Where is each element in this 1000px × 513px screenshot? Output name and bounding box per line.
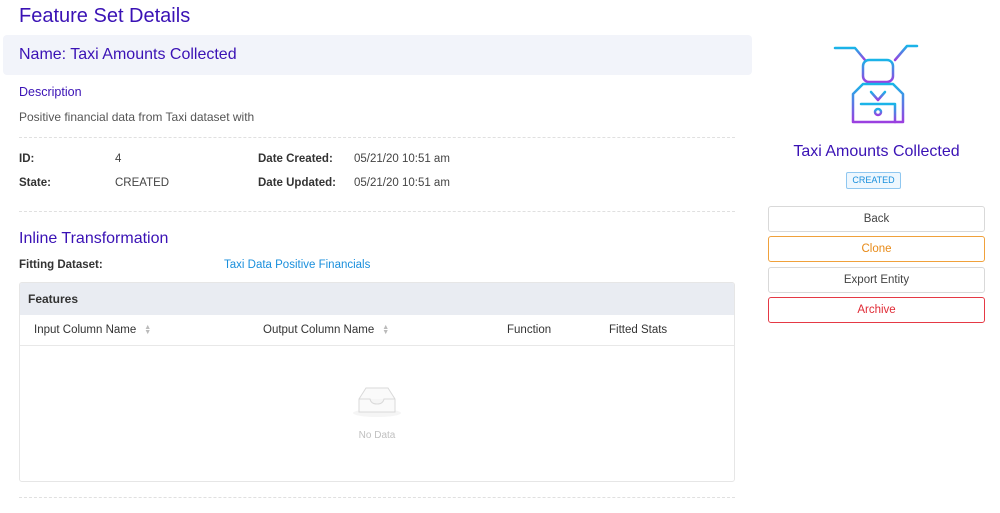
sort-icon[interactable]: ▲ ▼	[382, 324, 389, 336]
status-badge: CREATED	[846, 172, 901, 189]
description-label: Description	[19, 85, 82, 99]
column-header-input[interactable]: Input Column Name ▲ ▼	[34, 324, 151, 336]
column-header-function: Function	[507, 324, 552, 336]
inline-transformation-title: Inline Transformation	[19, 230, 169, 247]
export-entity-button[interactable]: Export Entity	[768, 267, 985, 293]
back-button[interactable]: Back	[768, 206, 985, 232]
sidebar-entity-name: Taxi Amounts Collected	[793, 143, 960, 160]
date-created-value: 05/21/20 10:51 am	[354, 153, 450, 165]
divider	[19, 497, 735, 498]
state-label: State:	[19, 177, 51, 189]
empty-state: No Data	[20, 383, 734, 441]
archive-button[interactable]: Archive	[768, 297, 985, 323]
clone-button[interactable]: Clone	[768, 236, 985, 262]
empty-inbox-icon	[353, 387, 401, 417]
date-created-label: Date Created:	[258, 153, 333, 165]
fitting-dataset-label: Fitting Dataset:	[19, 259, 103, 271]
date-updated-label: Date Updated:	[258, 177, 336, 189]
fitting-dataset-link[interactable]: Taxi Data Positive Financials	[224, 259, 370, 271]
sort-icon[interactable]: ▲ ▼	[144, 324, 151, 336]
state-value: CREATED	[115, 177, 170, 189]
features-table: Features Input Column Name ▲ ▼ Output Col…	[19, 282, 735, 482]
robot-icon	[833, 40, 919, 124]
features-table-title: Features	[20, 283, 734, 315]
entity-name-heading: Name: Taxi Amounts Collected	[19, 46, 237, 63]
id-label: ID:	[19, 153, 35, 165]
id-value: 4	[115, 153, 122, 165]
description-text: Positive financial data from Taxi datase…	[19, 110, 255, 124]
column-header-fitted-stats: Fitted Stats	[609, 324, 668, 336]
page-title: Feature Set Details	[19, 5, 191, 27]
name-bar: Name: Taxi Amounts Collected	[3, 35, 752, 75]
table-header-row: Input Column Name ▲ ▼ Output Column Name …	[20, 315, 734, 346]
divider	[19, 211, 735, 212]
date-updated-value: 05/21/20 10:51 am	[354, 177, 450, 189]
divider	[19, 137, 735, 138]
column-header-output[interactable]: Output Column Name ▲ ▼	[263, 324, 389, 336]
empty-text: No Data	[358, 430, 396, 441]
